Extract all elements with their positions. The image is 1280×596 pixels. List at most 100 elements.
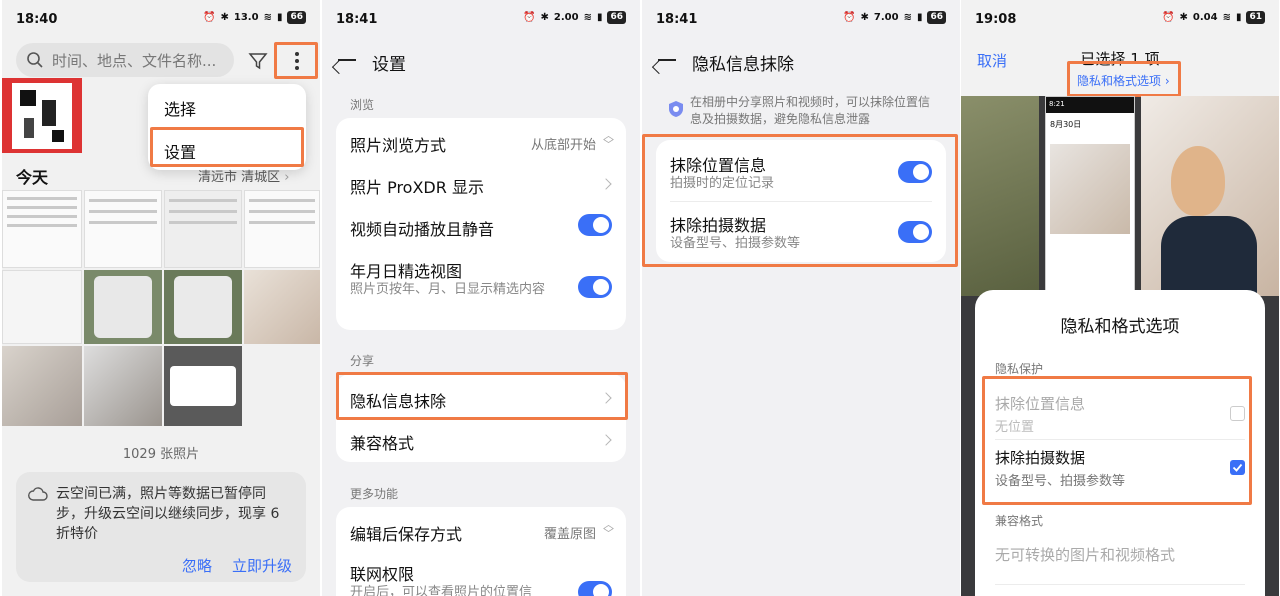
battery-icon: 66 (287, 11, 306, 24)
save-mode-label[interactable]: 编辑后保存方式 (350, 521, 462, 545)
more-card: 编辑后保存方式 覆盖原图 ︿ ﹀ 联网权限 开启后，可以查看照片的位置信 (336, 507, 626, 596)
shield-icon (669, 101, 683, 117)
today-label: 今天 (16, 168, 49, 187)
screenshot-preview[interactable]: 8:21 8月30日 (1045, 96, 1135, 296)
alarm-icon: ⏰ (203, 12, 216, 23)
bluetooth-icon: ✱ (1179, 12, 1188, 23)
photo-thumb[interactable] (84, 346, 162, 426)
status-time: 19:08 (975, 11, 1017, 27)
page-title: 隐私信息抹除 (692, 55, 794, 75)
alarm-icon: ⏰ (1162, 12, 1175, 23)
wifi-icon: ≋ (903, 12, 912, 23)
bluetooth-icon: ✱ (220, 12, 229, 23)
battery-icon: 66 (927, 11, 946, 24)
wifi-icon: ≋ (583, 12, 592, 23)
signal-icon: ▮ (596, 12, 603, 23)
sheet-title: 隐私和格式选项 (1060, 317, 1180, 337)
autoplay-label: 视频自动播放且静音 (350, 220, 495, 239)
status-time: 18:41 (656, 11, 698, 27)
photo-thumb[interactable] (164, 346, 242, 426)
photo-count: 1029 张照片 (122, 447, 200, 462)
network-sub: 开启后，可以查看照片的位置信 (350, 585, 533, 596)
settings-screen: 18:41 ⏰ ✱ 2.00 ≋ ▮ 66 设置 浏览 照片浏览方式 从底部开始… (322, 0, 640, 596)
battery-icon: 61 (1246, 11, 1265, 24)
photo-thumb[interactable] (244, 190, 320, 268)
status-time: 18:40 (16, 11, 58, 27)
signal-icon: ▮ (276, 12, 283, 23)
alarm-icon: ⏰ (843, 12, 856, 23)
bluetooth-icon: ✱ (540, 12, 549, 23)
section-compat: 兼容格式 (995, 514, 1044, 528)
intro-text: 在相册中分享照片和视频时，可以抹除位置信息及拍摄数据，避免隐私信息泄露 (690, 95, 931, 126)
highlight-settings (150, 127, 304, 167)
bluetooth-icon: ✱ (860, 12, 869, 23)
browse-card: 照片浏览方式 从底部开始 ︿ ﹀ 照片 ProXDR 显示 视频自动播放且静音 年… (336, 118, 626, 330)
chevron-right-icon (600, 434, 612, 446)
photo-thumb[interactable] (244, 270, 320, 344)
chevron-right-icon (600, 178, 612, 190)
signal-icon: ▮ (1235, 12, 1242, 23)
menu-item-select[interactable]: 选择 (164, 96, 196, 120)
network-label: 联网权限 (350, 565, 415, 584)
back-arrow-icon[interactable] (656, 50, 676, 70)
photo-thumb[interactable] (2, 190, 82, 268)
battery-icon: 66 (607, 11, 626, 24)
updown-icon: ︿ ﹀ (603, 518, 614, 540)
upgrade-button[interactable]: 立即升级 (232, 555, 292, 576)
privacy-erase-screen: 18:41 ⏰ ✱ 7.00 ≋ ▮ 66 隐私信息抹除 在相册中分享照片和视频… (642, 0, 960, 596)
browse-mode-label[interactable]: 照片浏览方式 (350, 132, 446, 156)
section-privacy: 隐私保护 (995, 362, 1044, 376)
compat-label[interactable]: 兼容格式 (350, 430, 414, 454)
highlight-options-link (1067, 61, 1181, 97)
highlight-more-button (274, 42, 318, 79)
network-toggle[interactable] (578, 581, 612, 596)
filter-icon[interactable] (248, 51, 268, 71)
net-speed: 7.00 (873, 12, 899, 23)
net-speed: 0.04 (1192, 12, 1218, 23)
signal-icon: ▮ (916, 12, 923, 23)
highlight-erase-options (642, 134, 958, 267)
section-share: 分享 (350, 354, 375, 368)
proxdr-label[interactable]: 照片 ProXDR 显示 (350, 174, 484, 198)
cloud-notice-card: 云空间已满，照片等数据已暂停同步，升级云空间以继续同步，现享 6 折特价 忽略 … (16, 472, 306, 582)
status-bar: 19:08 ⏰ ✱ 0.04 ≋ ▮ 61 (961, 0, 1279, 38)
browse-mode-value[interactable]: 从底部开始 (531, 134, 596, 153)
status-bar: 18:41 ⏰ ✱ 2.00 ≋ ▮ 66 (322, 0, 640, 38)
section-browse: 浏览 (350, 98, 375, 112)
wifi-icon: ≋ (263, 12, 272, 23)
pixel-thumbnail[interactable] (2, 78, 82, 153)
page-title: 设置 (372, 55, 406, 75)
status-time: 18:41 (336, 11, 378, 27)
portrait-image[interactable] (1141, 96, 1279, 296)
ignore-button[interactable]: 忽略 (182, 555, 212, 576)
compat-none-text: 无可转换的图片和视频格式 (995, 546, 1176, 564)
photo-thumb[interactable] (84, 270, 162, 344)
search-bar[interactable]: 时间、地点、文件名称... (16, 43, 234, 77)
highlight-privacy-erase (336, 372, 628, 420)
highlight-privacy-options (982, 376, 1252, 505)
photo-thumb[interactable] (2, 346, 82, 426)
photo-thumb[interactable] (84, 190, 162, 268)
divider (995, 584, 1245, 585)
featured-label: 年月日精选视图 (350, 262, 463, 281)
updown-icon: ︿ ﹀ (603, 129, 614, 151)
share-options-screen: 19:08 ⏰ ✱ 0.04 ≋ ▮ 61 取消 已选择 1 项 隐私和格式选项… (961, 0, 1279, 596)
status-bar: 18:41 ⏰ ✱ 7.00 ≋ ▮ 66 (642, 0, 960, 38)
location-label[interactable]: 清远市 清城区 › (198, 166, 289, 185)
featured-sub: 照片页按年、月、日显示精选内容 (350, 282, 546, 297)
photo-thumb[interactable] (164, 270, 242, 344)
save-mode-value[interactable]: 覆盖原图 (544, 523, 596, 542)
cloud-notice-text: 云空间已满，照片等数据已暂停同步，升级云空间以继续同步，现享 6 折特价 (56, 486, 280, 542)
photo-thumb[interactable] (164, 190, 242, 268)
status-bar: 18:40 ⏰ ✱ 13.0 ≋ ▮ 66 (2, 0, 320, 38)
back-arrow-icon[interactable] (336, 50, 356, 70)
preview-date: 8月30日 (1050, 120, 1082, 129)
autoplay-toggle[interactable] (578, 214, 612, 236)
photo-thumb[interactable] (2, 270, 82, 344)
cloud-icon (28, 487, 48, 501)
search-placeholder: 时间、地点、文件名称... (52, 51, 217, 70)
section-more: 更多功能 (350, 487, 399, 501)
prev-image[interactable] (961, 96, 1039, 296)
featured-toggle[interactable] (578, 276, 612, 298)
net-speed: 13.0 (233, 12, 259, 23)
